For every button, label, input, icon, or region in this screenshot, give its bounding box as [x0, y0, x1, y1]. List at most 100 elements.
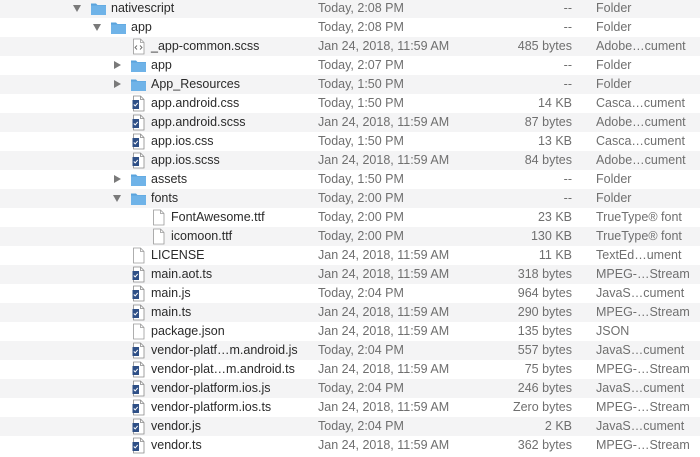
file-size: 87 bytes: [524, 115, 572, 129]
script-file-icon: [130, 399, 147, 416]
file-kind: JavaS…cument: [596, 381, 685, 395]
file-name: app.ios.css: [151, 134, 214, 148]
date-modified: Today, 1:50 PM: [318, 172, 404, 186]
file-row[interactable]: vendor-platf…m.android.js Today, 2:04 PM 5…: [0, 341, 700, 360]
file-row[interactable]: assets Today, 1:50 PM -- Folder: [0, 170, 700, 189]
file-row[interactable]: fonts Today, 2:00 PM -- Folder: [0, 189, 700, 208]
file-kind: TrueType® font: [596, 229, 682, 243]
file-kind: Folder: [596, 1, 632, 15]
file-row[interactable]: app.ios.css Today, 1:50 PM 13 KB Casca…cume…: [0, 132, 700, 151]
file-size: 964 bytes: [517, 286, 572, 300]
folder-icon: [130, 76, 147, 93]
disclosure-open-icon[interactable]: [113, 195, 121, 202]
date-modified: Jan 24, 2018, 11:59 AM: [318, 115, 450, 129]
file-row[interactable]: main.aot.ts Jan 24, 2018, 11:59 AM 318 byt…: [0, 265, 700, 284]
file-kind: Adobe…cument: [596, 153, 686, 167]
file-size: 290 bytes: [517, 305, 572, 319]
file-kind: TrueType® font: [596, 210, 682, 224]
file-row[interactable]: app.android.css Today, 1:50 PM 14 KB Casca……: [0, 94, 700, 113]
file-kind: Casca…cument: [596, 96, 685, 110]
file-row[interactable]: app Today, 2:07 PM -- Folder: [0, 56, 700, 75]
file-row[interactable]: FontAwesome.ttf Today, 2:00 PM 23 KB TrueTy…: [0, 208, 700, 227]
file-size: 84 bytes: [524, 153, 572, 167]
file-name: _app-common.scss: [151, 39, 260, 53]
file-name: app: [131, 20, 152, 34]
disclosure-closed-icon[interactable]: [114, 80, 121, 88]
date-modified: Jan 24, 2018, 11:59 AM: [318, 305, 450, 319]
file-size: 246 bytes: [517, 381, 572, 395]
file-size: --: [563, 191, 572, 205]
file-kind: JSON: [596, 324, 630, 338]
file-row[interactable]: _app-common.scss Jan 24, 2018, 11:59 AM 48…: [0, 37, 700, 56]
file-size: 130 KB: [530, 229, 572, 243]
file-row[interactable]: LICENSE Jan 24, 2018, 11:59 AM 11 KB TextEd…: [0, 246, 700, 265]
file-kind: Adobe…cument: [596, 115, 686, 129]
date-modified: Jan 24, 2018, 11:59 AM: [318, 267, 450, 281]
script-file-icon: [130, 152, 147, 169]
disclosure-closed-icon[interactable]: [114, 61, 121, 69]
file-kind: JavaS…cument: [596, 343, 685, 357]
file-size: --: [563, 77, 572, 91]
date-modified: Jan 24, 2018, 11:59 AM: [318, 362, 450, 376]
file-row[interactable]: vendor-platform.ios.ts Jan 24, 2018, 11:5…: [0, 398, 700, 417]
date-modified: Today, 2:08 PM: [318, 20, 404, 34]
file-size: 23 KB: [537, 210, 572, 224]
file-kind: Folder: [596, 191, 632, 205]
script-file-icon: [130, 266, 147, 283]
file-name: vendor.ts: [151, 438, 202, 452]
file-kind: Folder: [596, 172, 632, 186]
file-name: App_Resources: [151, 77, 240, 91]
file-row[interactable]: vendor.ts Jan 24, 2018, 11:59 AM 362 bytes…: [0, 436, 700, 455]
script-file-icon: [130, 380, 147, 397]
file-name: icomoon.ttf: [171, 229, 233, 243]
file-name: vendor-platform.ios.ts: [151, 400, 272, 414]
file-row[interactable]: package.json Jan 24, 2018, 11:59 AM 135 by…: [0, 322, 700, 341]
file-row[interactable]: vendor-platform.ios.js Today, 2:04 PM 246 …: [0, 379, 700, 398]
file-row[interactable]: vendor-plat…m.android.ts Jan 24, 2018, 11…: [0, 360, 700, 379]
disclosure-open-icon[interactable]: [73, 5, 81, 12]
file-row[interactable]: app.android.scss Jan 24, 2018, 11:59 AM 87…: [0, 113, 700, 132]
file-size: --: [563, 20, 572, 34]
date-modified: Today, 2:04 PM: [318, 381, 404, 395]
folder-icon: [130, 190, 147, 207]
file-row[interactable]: nativescript Today, 2:08 PM -- Folder: [0, 0, 700, 18]
file-name: assets: [151, 172, 188, 186]
file-row[interactable]: icomoon.ttf Today, 2:00 PM 130 KB TrueType®…: [0, 227, 700, 246]
date-modified: Today, 2:08 PM: [318, 1, 404, 15]
script-file-icon: [130, 437, 147, 454]
folder-icon: [130, 171, 147, 188]
file-name: vendor-platf…m.android.js: [151, 343, 298, 357]
file-row[interactable]: app Today, 2:08 PM -- Folder: [0, 18, 700, 37]
file-kind: JavaS…cument: [596, 286, 685, 300]
file-size: 135 bytes: [517, 324, 572, 338]
file-name: fonts: [151, 191, 179, 205]
file-size: --: [563, 1, 572, 15]
folder-icon: [90, 0, 107, 17]
date-modified: Today, 2:00 PM: [318, 229, 404, 243]
file-row[interactable]: app.ios.scss Jan 24, 2018, 11:59 AM 84 byt…: [0, 151, 700, 170]
file-row[interactable]: App_Resources Today, 1:50 PM -- Folder: [0, 75, 700, 94]
file-size: Zero bytes: [512, 400, 572, 414]
file-name: nativescript: [111, 1, 175, 15]
file-size: --: [563, 172, 572, 186]
file-kind: TextEd…ument: [596, 248, 682, 262]
file-kind: JavaS…cument: [596, 419, 685, 433]
file-size: 318 bytes: [517, 267, 572, 281]
script-file-icon: [130, 133, 147, 150]
file-kind: Casca…cument: [596, 134, 685, 148]
file-name: FontAwesome.ttf: [171, 210, 265, 224]
script-file-icon: [130, 361, 147, 378]
document-icon: [130, 323, 147, 340]
date-modified: Today, 2:04 PM: [318, 286, 404, 300]
script-file-icon: [130, 285, 147, 302]
file-kind: Folder: [596, 58, 632, 72]
file-row[interactable]: main.ts Jan 24, 2018, 11:59 AM 290 bytes MP…: [0, 303, 700, 322]
disclosure-open-icon[interactable]: [93, 24, 101, 31]
folder-icon: [130, 57, 147, 74]
file-size: 485 bytes: [517, 39, 572, 53]
file-row[interactable]: vendor.js Today, 2:04 PM 2 KB JavaS…cument: [0, 417, 700, 436]
file-name: app.android.css: [151, 96, 240, 110]
disclosure-closed-icon[interactable]: [114, 175, 121, 183]
date-modified: Jan 24, 2018, 11:59 AM: [318, 153, 450, 167]
file-row[interactable]: main.js Today, 2:04 PM 964 bytes JavaS…cume…: [0, 284, 700, 303]
